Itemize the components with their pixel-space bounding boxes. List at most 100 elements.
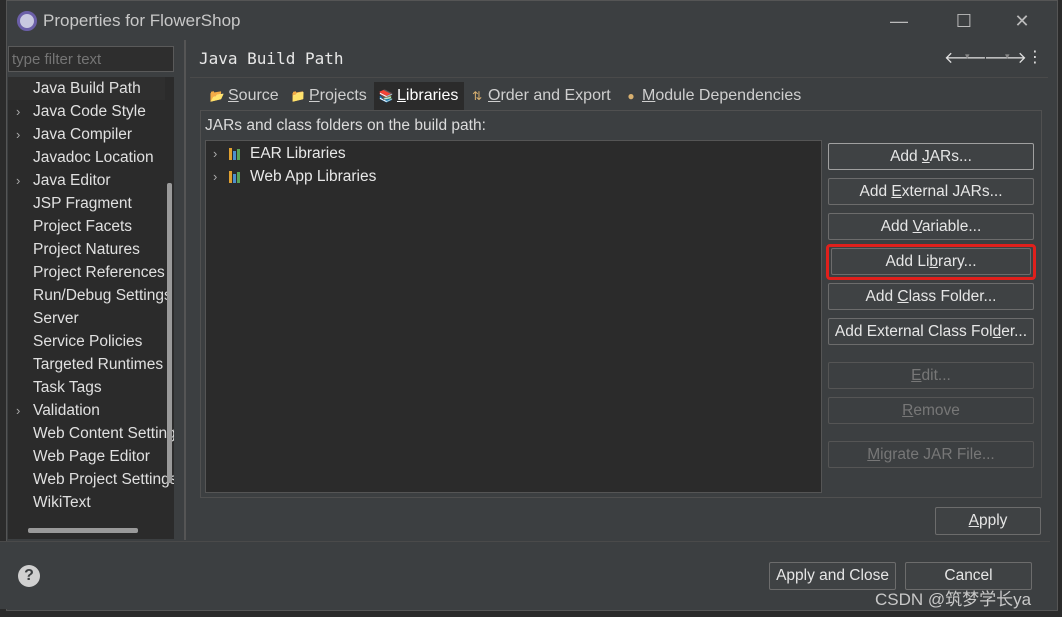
close-button[interactable]: ✕	[1002, 7, 1042, 35]
add-variable-label: Add	[880, 218, 913, 235]
tab-projects[interactable]: 📁 Projects	[287, 82, 373, 110]
page-title: Java Build Path	[199, 49, 344, 68]
apply-button[interactable]: Apply	[935, 507, 1041, 535]
source-folder-icon: 📂	[209, 89, 225, 103]
add-jars-mnemonic: J	[921, 148, 930, 165]
libraries-tree: › EAR Libraries › Web App Libraries	[205, 140, 822, 493]
pane-divider[interactable]	[184, 40, 186, 540]
nav-tree-item[interactable]: Project Facets	[8, 215, 165, 238]
expand-chevron-icon[interactable]: ›	[16, 169, 28, 192]
expand-chevron-icon[interactable]: ›	[213, 143, 217, 165]
remove-button[interactable]: Remove	[828, 397, 1034, 424]
add-variable-button[interactable]: Add Variable...	[828, 213, 1034, 240]
nav-tree-vertical-scrollbar[interactable]	[167, 183, 172, 483]
add-external-jars-label-rest: xternal JARs...	[901, 183, 1003, 200]
add-external-class-folder-button[interactable]: Add External Class Folder...	[828, 318, 1034, 345]
add-external-jars-button[interactable]: Add External JARs...	[828, 178, 1034, 205]
expand-chevron-icon[interactable]: ›	[16, 399, 28, 422]
window-title: Properties for FlowerShop	[43, 11, 241, 30]
nav-tree-item-label: Javadoc Location	[33, 149, 154, 166]
nav-tree-item-label: Project Facets	[33, 218, 133, 235]
nav-tree-item[interactable]: Run/Debug Settings	[8, 284, 172, 307]
libraries-intro-label: JARs and class folders on the build path…	[205, 117, 486, 134]
add-external-class-folder-mnemonic: d	[992, 323, 1002, 340]
add-jars-label-rest: ARs...	[929, 148, 972, 165]
filter-input[interactable]	[8, 46, 174, 72]
nav-tree-item-label: Task Tags	[33, 379, 102, 396]
migrate-jar-file-button[interactable]: Migrate JAR File...	[828, 441, 1034, 468]
nav-tree-item-label: Java Compiler	[33, 126, 133, 143]
nav-tree-item[interactable]: Server	[8, 307, 165, 330]
nav-tree-item-label: Service Policies	[33, 333, 143, 350]
nav-tree-item-label: Java Code Style	[33, 103, 146, 120]
nav-tree-item-label: Server	[33, 310, 79, 327]
nav-tree-item[interactable]: Service Policies	[8, 330, 165, 353]
add-external-jars-mnemonic: E	[891, 183, 902, 200]
expand-chevron-icon[interactable]: ›	[16, 123, 28, 146]
add-external-class-folder-label-rest: er...	[1001, 323, 1028, 340]
nav-tree-item[interactable]: Web Content Settings	[8, 422, 174, 445]
tab-module-dependencies[interactable]: ● Module Dependencies	[621, 82, 821, 110]
back-dropdown-icon[interactable]: ▾	[965, 51, 970, 62]
nav-tree-item-label: Project Natures	[33, 241, 140, 258]
tab-source[interactable]: 📂 Source	[205, 82, 285, 110]
expand-chevron-icon[interactable]: ›	[16, 100, 28, 123]
title-bar: Properties for FlowerShop — ☐ ✕	[7, 1, 1057, 41]
library-label: EAR Libraries	[250, 145, 346, 162]
migrate-mnemonic: M	[867, 446, 881, 463]
nav-tree-item[interactable]: › Java Editor	[8, 169, 165, 192]
apply-label-rest: pply	[978, 512, 1008, 529]
maximize-button[interactable]: ☐	[944, 7, 984, 35]
tab-order-and-export[interactable]: ⇅ Order and Export	[467, 82, 617, 110]
order-export-icon: ⇅	[471, 89, 483, 103]
nav-tree-item[interactable]: Project References	[8, 261, 165, 284]
nav-tree-item[interactable]: Task Tags	[8, 376, 165, 399]
nav-tree-item[interactable]: JSP Fragment	[8, 192, 165, 215]
minimize-button[interactable]: —	[879, 7, 919, 35]
nav-tree-item[interactable]: › Validation	[8, 399, 165, 422]
nav-tree-item[interactable]: Web Page Editor	[8, 445, 165, 468]
title-separator	[190, 77, 1048, 78]
red-highlight-box	[826, 244, 1036, 280]
add-class-folder-mnemonic: C	[897, 288, 909, 305]
add-class-folder-button[interactable]: Add Class Folder...	[828, 283, 1034, 310]
nav-tree-item[interactable]: › Java Code Style	[8, 100, 165, 123]
edit-label-rest: dit...	[921, 367, 951, 384]
view-menu-icon[interactable]: ⋮	[1027, 47, 1043, 67]
tab-order-mnemonic: O	[488, 87, 501, 104]
add-external-jars-label: Add	[859, 183, 892, 200]
library-web-app-libraries[interactable]: › Web App Libraries	[206, 166, 821, 188]
nav-tree-item[interactable]: WikiText	[8, 491, 165, 514]
csdn-watermark: CSDN @筑梦学长ya	[875, 590, 1032, 609]
tab-source-mnemonic: S	[228, 87, 239, 104]
add-jars-label: Add	[890, 148, 922, 165]
library-icon	[229, 171, 243, 183]
nav-tree-item-label: Web Project Settings	[33, 471, 174, 488]
library-ear-libraries[interactable]: › EAR Libraries	[206, 143, 821, 165]
tab-order-label: rder and Export	[500, 87, 611, 104]
forward-dropdown-icon[interactable]: ▾	[1005, 51, 1010, 62]
edit-button[interactable]: Edit...	[828, 362, 1034, 389]
nav-tree-item[interactable]: Java Build Path	[8, 77, 165, 100]
tab-projects-label: rojects	[319, 87, 367, 104]
add-variable-label-rest: ariable...	[921, 218, 982, 235]
tab-libraries-mnemonic: L	[397, 87, 406, 104]
library-label: Web App Libraries	[250, 168, 377, 185]
nav-tree-item-label: Java Build Path	[33, 80, 141, 97]
add-jars-button[interactable]: Add JARs...	[828, 143, 1034, 170]
nav-tree-horizontal-scrollbar[interactable]	[28, 528, 138, 533]
nav-tree-item[interactable]: Project Natures	[8, 238, 165, 261]
expand-chevron-icon[interactable]: ›	[213, 166, 217, 188]
nav-tree-item[interactable]: › Java Compiler	[8, 123, 165, 146]
projects-folder-icon: 📁	[290, 89, 306, 103]
add-class-folder-label: Add	[865, 288, 898, 305]
add-variable-mnemonic: V	[912, 218, 922, 235]
tab-libraries[interactable]: 📚 Libraries	[374, 82, 464, 110]
nav-tree-item[interactable]: Javadoc Location	[8, 146, 165, 169]
nav-tree-item[interactable]: Targeted Runtimes	[8, 353, 165, 376]
nav-tree-item[interactable]: Web Project Settings	[8, 468, 174, 491]
add-external-class-folder-label: Add External Class Fol	[834, 323, 993, 340]
help-icon[interactable]: ?	[18, 565, 40, 587]
nav-tree-item-label: Validation	[33, 402, 100, 419]
migrate-label-rest: igrate JAR File...	[880, 446, 995, 463]
